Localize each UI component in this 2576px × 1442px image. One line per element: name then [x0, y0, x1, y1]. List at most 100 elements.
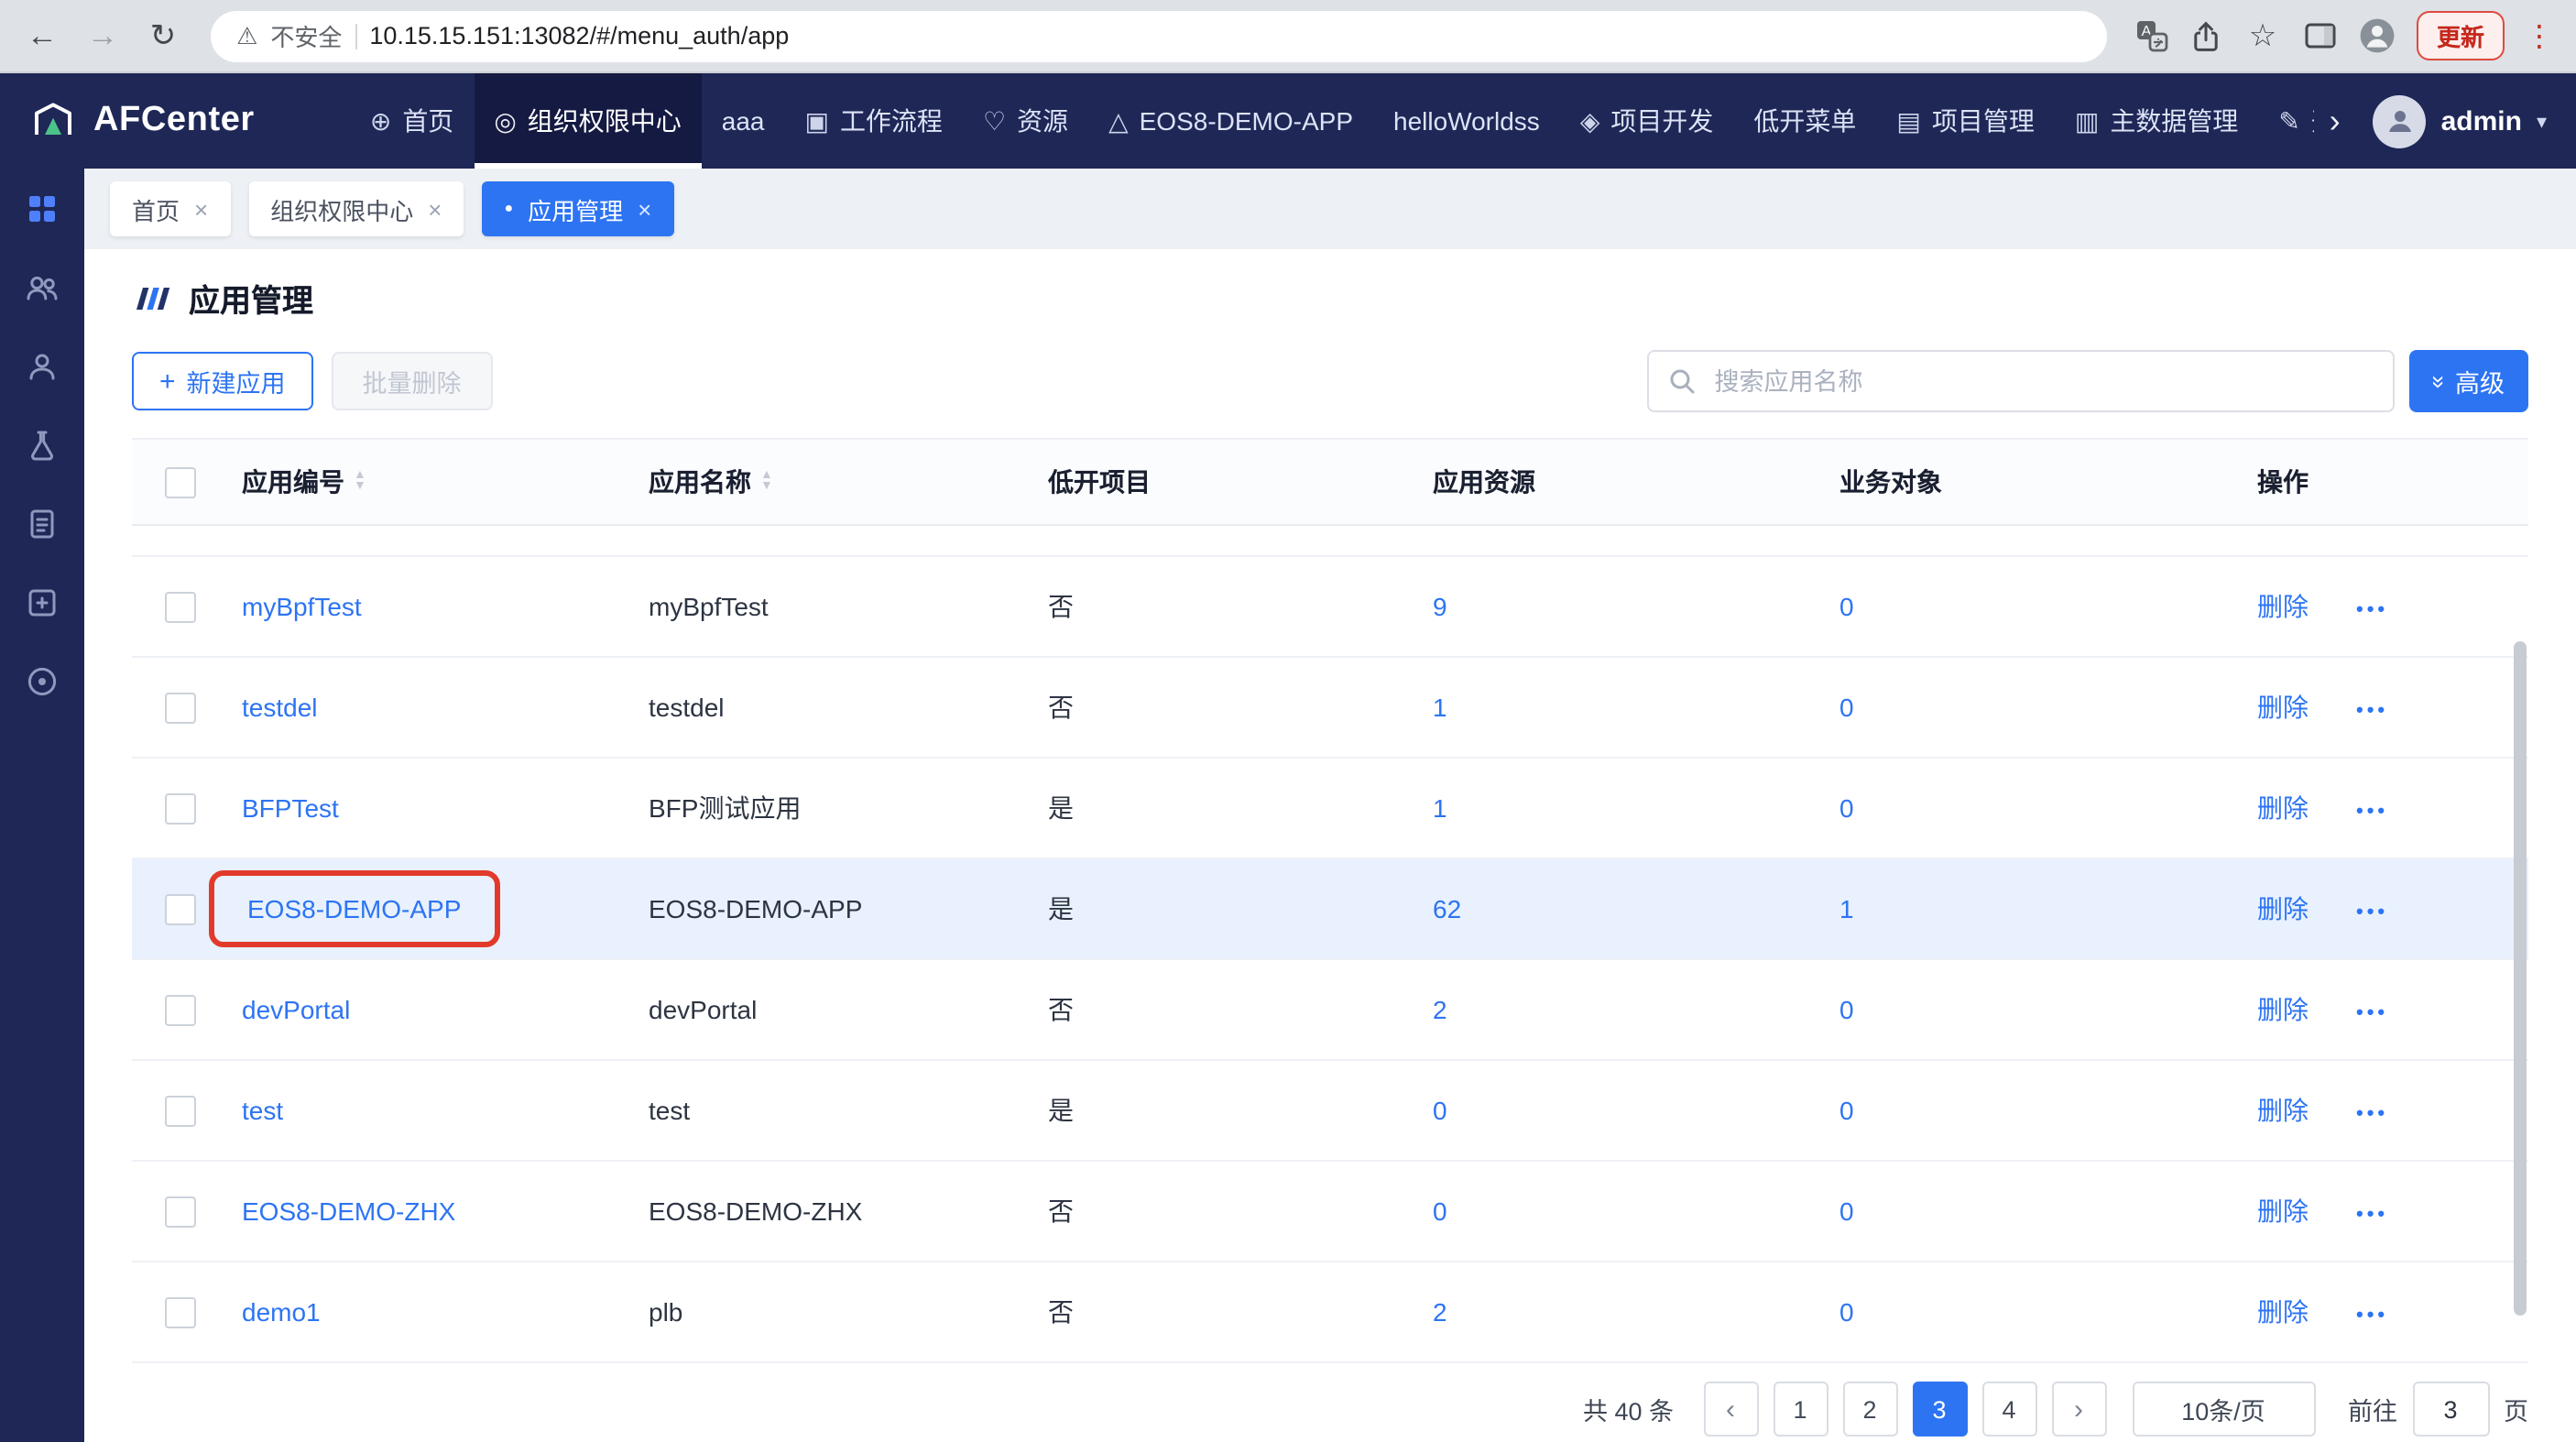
update-button[interactable]: 更新	[2417, 11, 2505, 60]
next-page-button[interactable]: ›	[2051, 1382, 2106, 1437]
row-checkbox[interactable]	[164, 591, 195, 622]
nav-item-project-mgmt[interactable]: ▤ 项目管理	[1876, 73, 2054, 169]
nav-item-truncated[interactable]: ✎ 开	[2258, 73, 2314, 169]
nav-item-master-data[interactable]: ▥ 主数据管理	[2055, 73, 2258, 169]
resources-link[interactable]: 1	[1433, 793, 1447, 823]
nav-item-project-dev[interactable]: ◈ 项目开发	[1560, 73, 1734, 169]
page-button-2[interactable]: 2	[1842, 1382, 1897, 1437]
side-panel-icon[interactable]	[2303, 18, 2338, 53]
browser-menu-icon[interactable]: ⋮	[2525, 17, 2554, 54]
resources-link[interactable]: 62	[1433, 894, 1461, 923]
more-actions-icon[interactable]: •••	[2356, 1002, 2388, 1024]
column-header-app-id[interactable]: 应用编号 ▲ ▼	[227, 464, 634, 500]
delete-link[interactable]: 删除	[2257, 693, 2309, 722]
more-actions-icon[interactable]: •••	[2356, 901, 2388, 923]
resources-link[interactable]: 9	[1433, 592, 1447, 621]
nav-item-resources[interactable]: ♡ 资源	[963, 73, 1088, 169]
business-object-link[interactable]: 0	[1839, 793, 1854, 823]
delete-link[interactable]: 删除	[2257, 894, 2309, 923]
business-object-link[interactable]: 0	[1839, 1196, 1854, 1226]
browser-profile-icon[interactable]	[2358, 16, 2396, 55]
page-button-4[interactable]: 4	[1981, 1382, 2036, 1437]
new-app-button[interactable]: + 新建应用	[132, 352, 313, 410]
tab-org-auth-center[interactable]: 组织权限中心 ×	[248, 181, 464, 236]
nav-item-aaa[interactable]: aaa	[702, 73, 785, 169]
app-id-link[interactable]: testdel	[242, 693, 318, 722]
more-actions-icon[interactable]: •••	[2356, 1103, 2388, 1125]
delete-link[interactable]: 删除	[2257, 1196, 2309, 1226]
more-actions-icon[interactable]: •••	[2356, 599, 2388, 621]
business-object-link[interactable]: 0	[1839, 1297, 1854, 1327]
app-id-link[interactable]: EOS8-DEMO-ZHX	[242, 1196, 455, 1226]
advanced-button[interactable]: » 高级	[2409, 350, 2528, 412]
delete-link[interactable]: 删除	[2257, 995, 2309, 1024]
business-object-link[interactable]: 0	[1839, 592, 1854, 621]
delete-link[interactable]: 删除	[2257, 1096, 2309, 1125]
page-size-select[interactable]: 10条/页	[2132, 1382, 2315, 1437]
sidebar-item-flask[interactable]	[0, 405, 84, 484]
close-icon[interactable]: ×	[428, 195, 442, 223]
nav-overflow-chevron-icon[interactable]: ›	[2315, 102, 2355, 140]
table-scrollbar[interactable]	[2514, 641, 2527, 1316]
address-bar[interactable]: ⚠ 不安全 10.15.15.151:13082/#/menu_auth/app	[211, 10, 2107, 61]
more-actions-icon[interactable]: •••	[2356, 700, 2388, 722]
nav-item-home[interactable]: ⊕ 首页	[350, 73, 474, 169]
row-checkbox[interactable]	[164, 1196, 195, 1227]
app-id-link[interactable]: EOS8-DEMO-APP	[247, 894, 461, 923]
nav-item-eos8-demo-app[interactable]: △ EOS8-DEMO-APP	[1088, 73, 1373, 169]
prev-page-button[interactable]: ‹	[1703, 1382, 1758, 1437]
nav-item-helloworldss[interactable]: helloWorldss	[1373, 73, 1560, 169]
row-checkbox[interactable]	[164, 792, 195, 824]
resources-link[interactable]: 0	[1433, 1196, 1447, 1226]
app-id-link[interactable]: devPortal	[242, 995, 350, 1024]
close-icon[interactable]: ×	[194, 195, 208, 223]
share-icon[interactable]	[2189, 19, 2222, 52]
nav-item-workflow[interactable]: ▣ 工作流程	[784, 73, 962, 169]
delete-link[interactable]: 删除	[2257, 793, 2309, 823]
business-object-link[interactable]: 0	[1839, 693, 1854, 722]
page-button-1[interactable]: 1	[1773, 1382, 1828, 1437]
more-actions-icon[interactable]: •••	[2356, 801, 2388, 823]
resources-link[interactable]: 2	[1433, 995, 1447, 1024]
security-label[interactable]: 不安全	[270, 18, 342, 53]
select-all-checkbox[interactable]	[164, 466, 195, 497]
sidebar-item-user-group[interactable]	[0, 247, 84, 326]
tab-app-management[interactable]: ● 应用管理 ×	[482, 181, 673, 236]
sidebar-item-apps-grid[interactable]	[0, 169, 84, 247]
translate-icon[interactable]: A	[2134, 18, 2169, 53]
row-checkbox[interactable]	[164, 1296, 195, 1327]
sidebar-item-compass[interactable]	[0, 641, 84, 720]
bookmark-star-icon[interactable]: ☆	[2243, 20, 2283, 51]
delete-link[interactable]: 删除	[2257, 592, 2309, 621]
tab-home[interactable]: 首页 ×	[110, 181, 230, 236]
more-actions-icon[interactable]: •••	[2356, 1204, 2388, 1226]
brand[interactable]: AFCenter	[0, 97, 284, 145]
resources-link[interactable]: 1	[1433, 693, 1447, 722]
business-object-link[interactable]: 0	[1839, 1096, 1854, 1125]
row-checkbox[interactable]	[164, 1095, 195, 1126]
batch-delete-button[interactable]: 批量删除	[332, 352, 493, 410]
close-icon[interactable]: ×	[638, 195, 651, 223]
row-checkbox[interactable]	[164, 893, 195, 924]
more-actions-icon[interactable]: •••	[2356, 1305, 2388, 1327]
back-icon[interactable]: ←	[22, 20, 62, 51]
forward-icon[interactable]: →	[82, 20, 123, 51]
column-header-app-name[interactable]: 应用名称 ▲ ▼	[634, 464, 1033, 500]
goto-page-input[interactable]	[2412, 1382, 2489, 1437]
reload-icon[interactable]: ↻	[143, 20, 183, 51]
sidebar-item-add-square[interactable]	[0, 563, 84, 641]
app-id-link[interactable]: test	[242, 1096, 283, 1125]
app-name-search-input[interactable]	[1711, 366, 2374, 397]
resources-link[interactable]: 2	[1433, 1297, 1447, 1327]
app-id-link[interactable]: myBpfTest	[242, 592, 362, 621]
sort-icon[interactable]: ▲ ▼	[760, 471, 773, 493]
sidebar-item-user[interactable]	[0, 326, 84, 405]
row-checkbox[interactable]	[164, 692, 195, 723]
nav-item-lowcode-menu[interactable]: 低开菜单	[1733, 73, 1876, 169]
app-id-link[interactable]: BFPTest	[242, 793, 339, 823]
page-button-3-active[interactable]: 3	[1912, 1382, 1967, 1437]
user-menu[interactable]: admin ▾	[2355, 94, 2576, 147]
business-object-link[interactable]: 0	[1839, 995, 1854, 1024]
app-id-link[interactable]: demo1	[242, 1297, 321, 1327]
row-checkbox[interactable]	[164, 994, 195, 1025]
